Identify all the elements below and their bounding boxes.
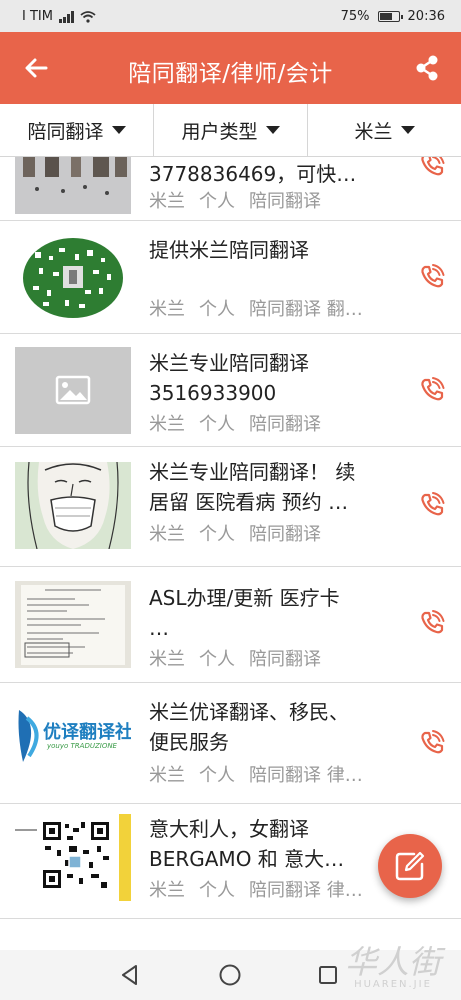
listing-thumbnail — [15, 581, 131, 668]
listing-title: 米兰专业陪同翻译 3516933900 — [149, 351, 309, 405]
phone-icon[interactable] — [418, 491, 446, 519]
listing-title: 意大利人，女翻译 BERGAMO 和 意大… — [149, 817, 345, 871]
phone-icon[interactable] — [418, 609, 446, 637]
listing-list: 3778836469，可快… 米兰 个人 陪同翻译 提供米兰陪同翻译 米兰 个人 陪同翻… — [0, 157, 461, 950]
filter-city-label: 米兰 — [354, 120, 393, 143]
share-icon[interactable] — [411, 52, 443, 84]
signal-icon — [58, 10, 74, 23]
dropdown-arrow-icon — [400, 126, 415, 134]
edit-icon — [395, 851, 425, 881]
listing-item[interactable]: 3778836469，可快… 米兰 个人 陪同翻译 — [0, 157, 461, 221]
listing-title: 3778836469，可快… — [149, 162, 357, 186]
status-bar: I TIM 75% 20:36 — [0, 0, 461, 32]
listing-title: 提供米兰陪同翻译 — [149, 238, 309, 262]
listing-title: 米兰优译翻译、移民、 便民服务 — [149, 700, 349, 754]
circle-home-icon[interactable] — [218, 963, 242, 987]
filter-category-label: 陪同翻译 — [27, 120, 104, 143]
listing-meta: 米兰 个人 陪同翻译 翻… — [149, 299, 363, 320]
phone-icon[interactable] — [418, 376, 446, 404]
listing-item[interactable]: 优译翻译社 youyo TRADUZIONE 米兰优译翻译、移民、 便民服务 米… — [0, 683, 461, 804]
dropdown-arrow-icon — [265, 126, 280, 134]
listing-item[interactable]: 提供米兰陪同翻译 米兰 个人 陪同翻译 翻… — [0, 221, 461, 334]
compose-button[interactable] — [378, 834, 442, 898]
filter-user-type-label: 用户类型 — [181, 120, 258, 143]
dropdown-arrow-icon — [111, 126, 126, 134]
filter-city[interactable]: 米兰 — [308, 104, 461, 156]
listing-thumbnail — [15, 347, 131, 434]
clock: 20:36 — [407, 9, 445, 24]
square-recent-icon[interactable] — [316, 963, 340, 987]
listing-item[interactable]: 米兰专业陪同翻译！ 续 居留 医院看病 预约 … 米兰 个人 陪同翻译 — [0, 447, 461, 567]
battery-icon — [377, 11, 403, 22]
wifi-icon — [80, 10, 96, 23]
listing-meta: 米兰 个人 陪同翻译 律… — [149, 765, 363, 786]
filter-category[interactable]: 陪同翻译 — [0, 104, 154, 156]
listing-meta: 米兰 个人 陪同翻译 — [149, 191, 321, 212]
listing-meta: 米兰 个人 陪同翻译 — [149, 414, 321, 435]
listing-title: 米兰专业陪同翻译！ 续 居留 医院看病 预约 … — [149, 460, 356, 514]
page-title: 陪同翻译/律师/会计 — [128, 61, 333, 87]
listing-meta: 米兰 个人 陪同翻译 律… — [149, 880, 363, 901]
listing-thumbnail — [15, 814, 131, 901]
watermark-subtext: HUAREN.JIE — [354, 979, 432, 990]
logo-mark-icon — [18, 710, 39, 762]
listing-thumbnail: 优译翻译社 youyo TRADUZIONE — [15, 700, 131, 787]
system-nav-bar: 华人街 HUAREN.JIE — [0, 945, 461, 1000]
carrier-label: I TIM — [22, 9, 53, 24]
listing-item[interactable]: ASL办理/更新 医疗卡 … 米兰 个人 陪同翻译 — [0, 567, 461, 683]
listing-meta: 米兰 个人 陪同翻译 — [149, 649, 321, 670]
filter-bar: 陪同翻译 用户类型 米兰 — [0, 104, 461, 157]
listing-thumbnail — [15, 462, 131, 549]
app-bar: 陪同翻译/律师/会计 — [0, 32, 461, 104]
listing-title: ASL办理/更新 医疗卡 … — [149, 586, 340, 640]
listing-thumbnail — [15, 234, 131, 321]
watermark: 华人街 HUAREN.JIE — [345, 945, 441, 990]
listing-thumbnail — [15, 157, 131, 214]
filter-user-type[interactable]: 用户类型 — [154, 104, 308, 156]
phone-icon[interactable] — [418, 263, 446, 291]
listing-meta: 米兰 个人 陪同翻译 — [149, 524, 321, 545]
battery-percent: 75% — [340, 9, 370, 24]
phone-icon[interactable] — [418, 157, 446, 179]
logo-text: 优译翻译社 — [43, 722, 131, 743]
phone-icon[interactable] — [418, 729, 446, 757]
logo-subtext: youyo TRADUZIONE — [47, 742, 117, 750]
watermark-text: 华人街 — [344, 943, 441, 981]
triangle-back-icon[interactable] — [118, 963, 142, 987]
listing-item[interactable]: 米兰专业陪同翻译 3516933900 米兰 个人 陪同翻译 — [0, 334, 461, 447]
